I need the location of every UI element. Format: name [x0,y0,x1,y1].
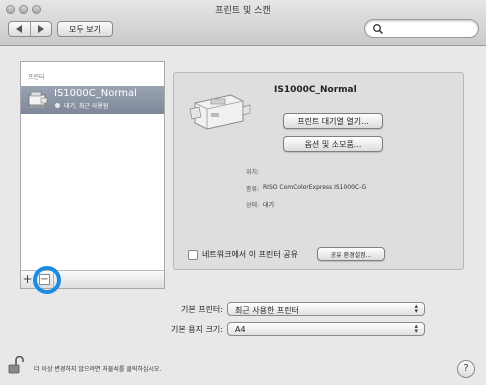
back-forward-control [8,21,52,37]
options-supplies-button[interactable]: 옵션 및 소모품... [283,136,383,152]
location-label: 위치: [245,169,259,176]
search-input[interactable] [364,19,479,38]
status-value: 대기 [263,202,275,209]
printer-name: IS1000C_Normal [274,85,357,95]
printer-icon [28,91,48,108]
printer-item-status: 대기, 최근 사용됨 [64,103,109,110]
printer-image [189,94,251,130]
default-printer-value: 최근 사용한 프린터 [235,306,299,315]
default-paper-select[interactable]: A4 ▴ ▾ [227,322,425,336]
updown-arrows-icon: ▴ ▾ [414,302,418,315]
default-printer-label: 기본 프린터: [180,305,223,314]
search-icon [373,24,384,35]
printer-list: 프린터 IS1000C_Normal 대기, 최근 사용됨 [20,61,165,278]
share-printer-label: 네트워크에서 이 프린터 공유 [202,250,298,259]
default-paper-value: A4 [235,325,246,334]
printer-detail-panel: IS1000C_Normal 프린트 대기열 열기... 옵션 및 소모품...… [173,72,464,270]
forward-arrow-icon [37,25,44,33]
open-print-queue-button[interactable]: 프린트 대기열 열기... [283,113,383,129]
status-label: 상태: [245,202,259,209]
window-title: 프린트 및 스캔 [215,6,271,16]
forward-button[interactable] [29,22,52,36]
sharing-preferences-button[interactable]: 공유 환경설정... [317,247,385,261]
lock-icon[interactable] [8,356,24,374]
kind-label: 종류: [245,186,259,193]
printer-list-header: 프린터 [28,74,45,81]
printer-item-name: IS1000C_Normal [54,88,137,99]
back-button[interactable] [9,22,30,36]
show-all-button[interactable]: 모두 보기 [57,21,113,37]
printer-list-item[interactable]: IS1000C_Normal 대기, 최근 사용됨 [21,86,164,114]
window-titlebar: 프린트 및 스캔 모두 보기 [0,0,486,46]
updown-arrows-icon: ▴ ▾ [414,322,418,335]
default-paper-label: 기본 용지 크기: [171,325,223,334]
default-printer-select[interactable]: 최근 사용한 프린터 ▴ ▾ [227,302,425,316]
help-button[interactable]: ? [457,360,475,378]
kind-value: RISO ComColorExpress IS1000C-G [263,184,367,191]
lock-message: 더 이상 변경하지 않으려면 자물쇠를 클릭하십시오. [34,366,162,373]
status-dot-icon [55,103,60,108]
highlight-circle [33,266,61,294]
back-arrow-icon [16,25,23,33]
share-printer-checkbox[interactable] [188,250,198,260]
